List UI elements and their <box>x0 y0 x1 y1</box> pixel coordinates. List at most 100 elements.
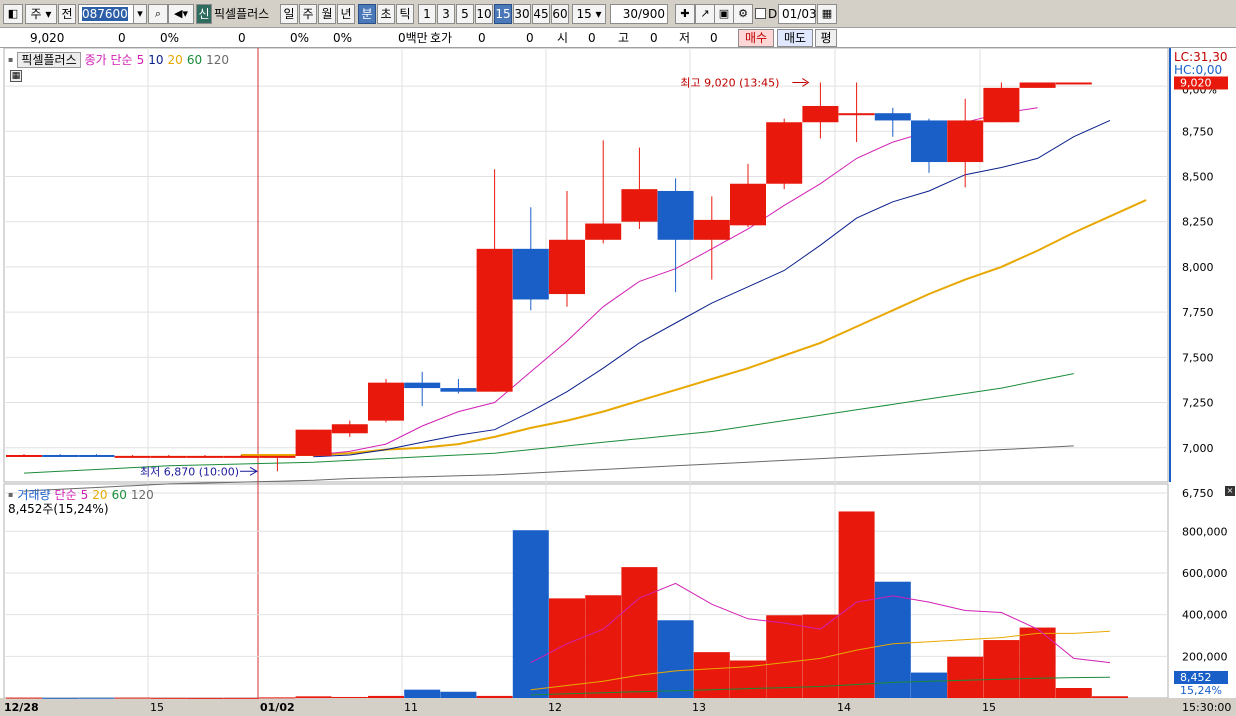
interval-5[interactable]: 5 <box>456 4 474 24</box>
quote-volume: 0 <box>238 31 246 45</box>
price-tick-label: 7,000 <box>1182 442 1214 455</box>
line-tool-icon[interactable]: ↗ <box>695 4 715 24</box>
search-icon[interactable]: ⌕ <box>148 4 168 24</box>
save-icon[interactable]: ▣ <box>714 4 734 24</box>
candle-body <box>187 455 223 458</box>
volume-bar <box>1019 627 1056 698</box>
price-tick-label: 6,750 <box>1182 487 1214 500</box>
x-axis-bg <box>0 698 1236 716</box>
period-minute[interactable]: 분 <box>358 4 376 24</box>
x-axis-label: 13 <box>692 701 706 714</box>
candle-body <box>331 424 368 434</box>
interval-10[interactable]: 10 <box>475 4 493 24</box>
candle-body <box>295 429 332 456</box>
zoom-icon[interactable]: ✚ <box>675 4 695 24</box>
ma-5: 5 <box>136 52 145 67</box>
volume-bar <box>476 695 513 698</box>
calendar-icon[interactable]: ▦ <box>817 4 837 24</box>
avg-button[interactable]: 평 <box>815 29 837 47</box>
high-value: 0 <box>650 31 658 45</box>
volume-bar <box>187 697 223 699</box>
chart-area[interactable]: 0,00% 8,750 8,500 8,250 8,000 7,750 7,500 7,250… <box>0 48 1236 716</box>
price-tick-label: 8,250 <box>1182 216 1214 229</box>
candle-body <box>874 113 911 121</box>
stock-name: 픽셀플러스 <box>214 7 270 21</box>
volume-bar <box>766 615 803 698</box>
interval-15[interactable]: 15 <box>494 4 512 24</box>
price-panel-title[interactable]: 픽셀플러스 <box>17 51 81 68</box>
volume-bar <box>150 697 187 699</box>
interval-60[interactable]: 60 <box>551 4 569 24</box>
candle-body <box>802 105 839 123</box>
candle-body <box>947 120 984 163</box>
count-input[interactable]: 30/900 <box>610 4 668 24</box>
candle-body <box>114 455 151 458</box>
volume-bar <box>331 696 368 698</box>
layout-icon[interactable]: ◧ <box>3 4 23 24</box>
candle-body <box>404 382 441 389</box>
chart-canvas[interactable]: 0,00%8,7508,5008,2508,0007,7507,5007,250… <box>0 48 1236 716</box>
interval-select[interactable]: 15 ▾ <box>572 4 606 24</box>
interval-3[interactable]: 3 <box>437 4 455 24</box>
volume-tick-label: 600,000 <box>1182 567 1228 580</box>
sell-button[interactable]: 매도 <box>777 29 813 47</box>
candle-body <box>585 223 622 240</box>
code-dropdown-icon[interactable]: ▾ <box>133 4 147 24</box>
market2-button[interactable]: 전 <box>58 4 76 24</box>
candle-body <box>78 454 115 457</box>
price-tick-label: 7,750 <box>1182 306 1214 319</box>
quote-bar: 9,020 0 0% 0 0% 0% 0백만 호가 0 0 시 0 고 0 저 … <box>0 28 1236 48</box>
quote-rate: 0% <box>160 31 180 45</box>
d-label: D <box>768 7 778 21</box>
volume-bar <box>983 640 1020 698</box>
panel-close-icon[interactable]: × <box>1225 486 1235 496</box>
period-day[interactable]: 일 <box>280 4 298 24</box>
period-tick[interactable]: 틱 <box>396 4 414 24</box>
hoga-label: 호가 <box>430 31 453 45</box>
candle-body <box>42 454 79 457</box>
low-value: 0 <box>710 31 718 45</box>
period-second[interactable]: 초 <box>377 4 395 24</box>
candle-body <box>549 239 585 295</box>
volume-handle-icon: ▪ <box>8 490 14 499</box>
candle-body <box>476 248 513 392</box>
quote-amount: 0백만 <box>398 31 428 45</box>
quote-rate3: 0% <box>333 31 353 45</box>
low-label: 저 <box>679 31 691 45</box>
volume-tick-label: 400,000 <box>1182 609 1228 622</box>
x-axis-label: 11 <box>404 701 418 714</box>
period-year[interactable]: 년 <box>337 4 355 24</box>
buy-button[interactable]: 매수 <box>738 29 774 47</box>
gear-icon[interactable]: ⚙ <box>733 4 753 24</box>
sound-icon[interactable]: ◀▾ <box>168 4 194 24</box>
low-annotation: 최저 6,870 (10:00) <box>140 465 239 478</box>
stock-code-input[interactable]: 087600 <box>78 4 134 24</box>
volume-tick-label: 200,000 <box>1182 650 1228 663</box>
interval-1[interactable]: 1 <box>418 4 436 24</box>
volume-bar <box>838 511 875 698</box>
volume-bar <box>621 567 658 698</box>
candle-body <box>838 113 875 116</box>
volume-bar <box>6 697 42 699</box>
volume-bar <box>440 691 477 698</box>
ma-10: 10 <box>148 52 164 67</box>
chart-window: ◧ 주 ▾ 전 087600 ▾ ⌕ ◀▾ 신 픽셀플러스 일 주 월 년 분 … <box>0 0 1236 716</box>
date-input[interactable]: 01/03 <box>778 4 817 24</box>
candle-body <box>6 454 42 457</box>
market-select[interactable]: 주 ▾ <box>25 4 57 24</box>
d-checkbox[interactable] <box>755 8 766 19</box>
price-ma-label: 종가 단순 <box>84 53 133 67</box>
table-icon[interactable]: ▦ <box>10 70 22 82</box>
period-week[interactable]: 주 <box>299 4 317 24</box>
ma-120: 120 <box>206 52 229 67</box>
interval-30[interactable]: 30 <box>513 4 531 24</box>
interval-45[interactable]: 45 <box>532 4 550 24</box>
volume-bar <box>911 672 947 698</box>
period-month[interactable]: 월 <box>318 4 336 24</box>
candle-body <box>621 189 658 222</box>
candle-body <box>223 455 260 458</box>
hc-label: HC:0,00 <box>1174 63 1223 77</box>
volume-current-pct: 15,24% <box>1180 684 1222 697</box>
toolbar: ◧ 주 ▾ 전 087600 ▾ ⌕ ◀▾ 신 픽셀플러스 일 주 월 년 분 … <box>0 0 1236 28</box>
x-axis-time: 15:30:00 <box>1182 701 1231 714</box>
